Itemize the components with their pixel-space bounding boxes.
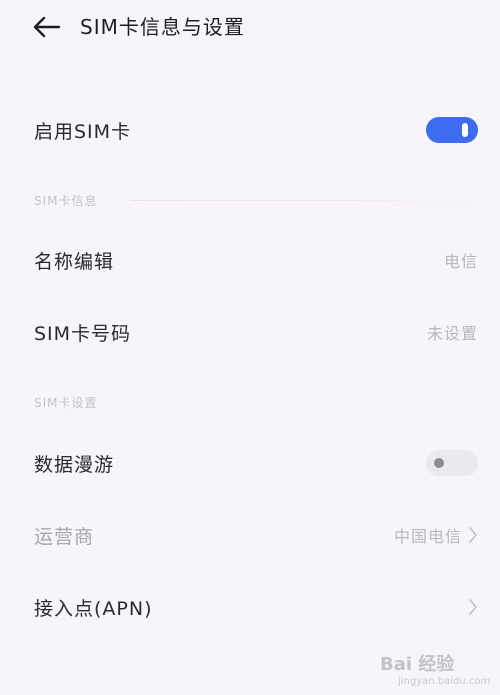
watermark-text: Bai 经验 [380,654,455,675]
carrier-label: 运营商 [34,525,95,548]
data-roaming-row[interactable]: 数据漫游 [0,435,500,491]
toggle-knob [434,458,444,468]
watermark-sub: jingyan.baidu.com [398,676,490,687]
sim-number-row[interactable]: SIM卡号码 未设置 [0,304,500,360]
enable-sim-toggle[interactable] [426,117,478,143]
name-edit-row[interactable]: 名称编辑 电信 [0,232,500,288]
header: SIM卡信息与设置 [0,0,500,56]
sim-number-value: 未设置 [426,324,478,343]
watermark: Bai 经验 [380,650,454,676]
name-edit-value: 电信 [443,252,478,271]
sim-number-label: SIM卡号码 [34,322,132,345]
section-sim-info-label: SIM卡信息 [34,194,98,208]
name-edit-label: 名称编辑 [34,250,115,273]
watermark-sub-text: jingyan.baidu.com [398,676,491,687]
arrow-left-icon [33,16,61,38]
name-edit-right: 电信 [444,248,478,272]
carrier-row[interactable]: 运营商 中国电信 [0,507,500,563]
enable-sim-label: 启用SIM卡 [34,120,132,143]
apn-label: 接入点(APN) [34,597,153,620]
chevron-right-icon [469,599,477,615]
toggle-knob [462,123,468,137]
carrier-value: 中国电信 [393,527,462,546]
back-button[interactable] [30,12,64,42]
apn-row[interactable]: 接入点(APN) [0,579,500,635]
sim-settings-screen: SIM卡信息与设置 启用SIM卡 SIM卡信息 名称编辑 电信 SIM卡号码 未… [0,0,500,695]
data-roaming-label: 数据漫游 [34,453,115,476]
section-sim-settings-label: SIM卡设置 [34,396,98,410]
enable-sim-row[interactable]: 启用SIM卡 [0,102,500,158]
section-divider [130,200,480,201]
page-title: SIM卡信息与设置 [80,15,245,39]
carrier-right: 中国电信 [394,523,478,547]
data-roaming-toggle[interactable] [426,450,478,476]
chevron-right-icon [469,527,477,543]
apn-right [468,599,478,615]
sim-number-right: 未设置 [427,320,478,344]
